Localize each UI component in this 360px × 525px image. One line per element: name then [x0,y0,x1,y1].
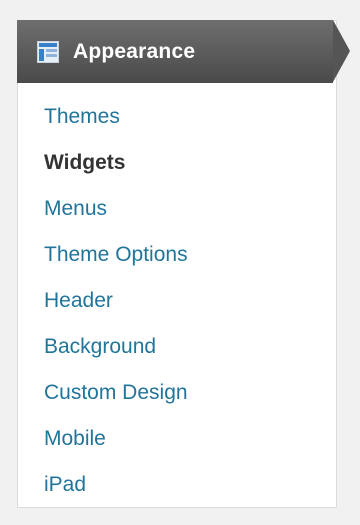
submenu-item-custom-design[interactable]: Custom Design [17,376,333,422]
submenu-item-ipad[interactable]: iPad [17,468,333,514]
submenu-item-menus[interactable]: Menus [17,192,333,238]
appearance-menu-title: Appearance [73,39,196,63]
appearance-submenu: Themes Widgets Menus Theme Options Heade… [17,100,333,514]
submenu-item-mobile[interactable]: Mobile [17,422,333,468]
submenu-item-background[interactable]: Background [17,330,333,376]
submenu-item-widgets[interactable]: Widgets [17,146,333,192]
submenu-item-theme-options[interactable]: Theme Options [17,238,333,284]
submenu-item-header[interactable]: Header [17,284,333,330]
header-pointer-arrow [333,20,350,82]
submenu-item-themes[interactable]: Themes [17,100,333,146]
appearance-window-icon [37,40,59,63]
appearance-menu-header[interactable]: Appearance [17,20,333,83]
